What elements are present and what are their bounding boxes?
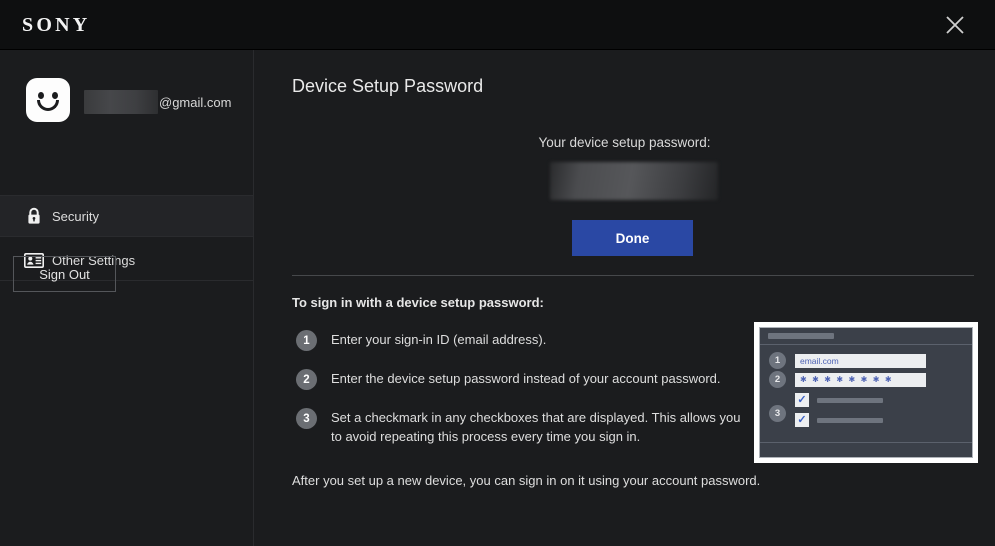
howto-heading: To sign in with a device setup password: [292, 295, 544, 310]
illustration-row-email: 1 email.com [769, 352, 926, 369]
close-icon[interactable] [941, 11, 969, 39]
illustration-frame: 1 email.com 2 ✱ ✱ ✱ ✱ ✱ ✱ ✱ ✱ 3 ✓ [759, 327, 973, 458]
sidebar-item-security[interactable]: Security [0, 196, 253, 236]
step-text: Set a checkmark in any checkboxes that a… [331, 408, 747, 446]
title-bar: SONY [0, 0, 995, 50]
checkmark-icon: ✓ [795, 393, 809, 407]
list-item: 1 Enter your sign-in ID (email address). [292, 330, 747, 349]
step-text: Enter your sign-in ID (email address). [331, 330, 747, 349]
illustration-titlebar [760, 328, 972, 345]
lock-icon [24, 206, 44, 226]
list-item: 2 Enter the device setup password instea… [292, 369, 747, 388]
nav-divider-mid [0, 236, 253, 237]
signin-illustration: 1 email.com 2 ✱ ✱ ✱ ✱ ✱ ✱ ✱ ✱ 3 ✓ [754, 322, 978, 463]
avatar-eye-left [38, 92, 44, 99]
illustration-label-placeholder [817, 398, 883, 403]
sidebar: @gmail.com Security [0, 50, 254, 546]
illustration-email-value: email.com [800, 356, 839, 366]
illustration-step-number: 3 [769, 405, 786, 422]
list-item: 3 Set a checkmark in any checkboxes that… [292, 408, 747, 446]
illustration-row-password: 2 ✱ ✱ ✱ ✱ ✱ ✱ ✱ ✱ [769, 371, 926, 388]
illustration-step-number: 2 [769, 371, 786, 388]
sony-logo: SONY [22, 14, 90, 37]
illustration-title-placeholder [768, 333, 834, 339]
step-number: 2 [296, 369, 317, 390]
illustration-checkbox-group: ✓ ✓ [795, 393, 883, 433]
sidebar-item-label: Security [52, 209, 99, 224]
illustration-row-checkboxes: 3 ✓ ✓ [769, 393, 883, 433]
footnote-text: After you set up a new device, you can s… [292, 473, 760, 488]
illustration-password-field: ✱ ✱ ✱ ✱ ✱ ✱ ✱ ✱ [795, 373, 926, 387]
page-title: Device Setup Password [292, 76, 483, 97]
password-label: Your device setup password: [254, 135, 995, 150]
device-setup-password-value [550, 162, 718, 200]
account-email-domain: @gmail.com [159, 95, 231, 110]
step-number: 3 [296, 408, 317, 429]
illustration-footer [760, 442, 972, 457]
section-divider [292, 275, 974, 276]
illustration-email-field: email.com [795, 354, 926, 368]
step-number: 1 [296, 330, 317, 351]
illustration-password-value: ✱ ✱ ✱ ✱ ✱ ✱ ✱ ✱ [800, 375, 893, 384]
account-email: @gmail.com [84, 90, 231, 114]
main-content: Device Setup Password Your device setup … [254, 50, 995, 546]
app-window: SONY @gmail.com [0, 0, 995, 546]
done-button[interactable]: Done [572, 220, 693, 256]
howto-steps: 1 Enter your sign-in ID (email address).… [292, 330, 747, 466]
illustration-step-number: 1 [769, 352, 786, 369]
list-item: ✓ [795, 393, 883, 407]
checkmark-icon: ✓ [795, 413, 809, 427]
sign-out-button[interactable]: Sign Out [13, 256, 116, 292]
smiley-avatar-icon [26, 78, 70, 122]
avatar-eye-right [52, 92, 58, 99]
avatar-mouth [37, 100, 59, 111]
list-item: ✓ [795, 413, 883, 427]
account-summary: @gmail.com [0, 50, 253, 144]
illustration-label-placeholder [817, 418, 883, 423]
step-text: Enter the device setup password instead … [331, 369, 747, 388]
account-email-redacted [84, 90, 158, 114]
